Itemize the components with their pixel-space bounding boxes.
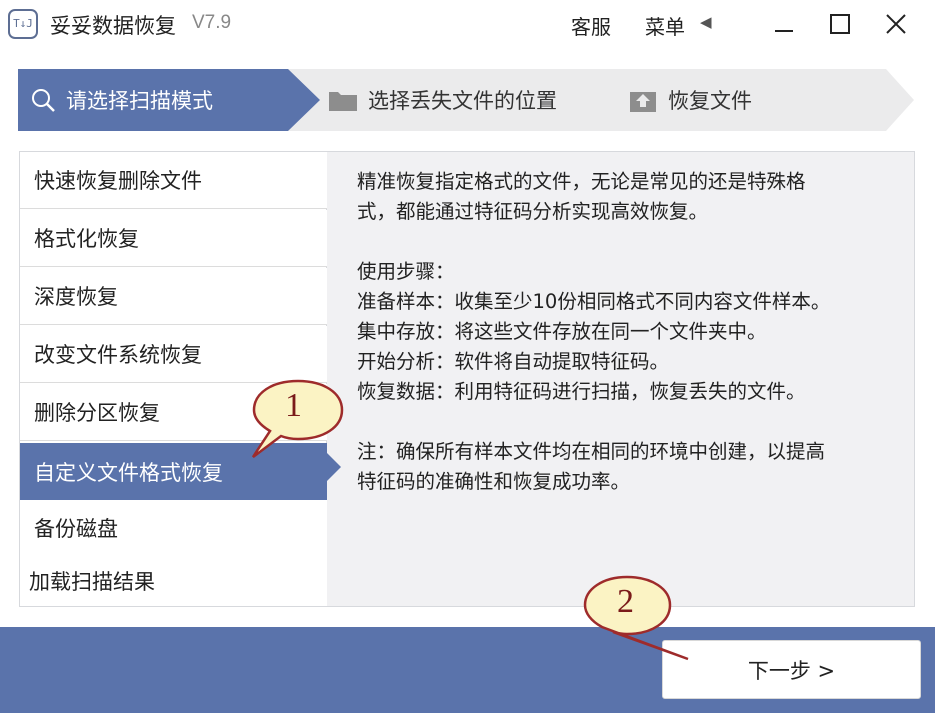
minimize-button[interactable] bbox=[764, 5, 804, 43]
app-title: 妥妥数据恢复 bbox=[50, 14, 176, 38]
callout-1: 1 bbox=[248, 377, 348, 461]
step-recover-data: 恢复数据：利用特征码进行扫描，恢复丢失的文件。 bbox=[357, 380, 806, 403]
close-icon bbox=[886, 14, 906, 34]
customer-service-button[interactable]: 客服 bbox=[571, 11, 611, 40]
title-bar: T↓J 妥妥数据恢复 V7.9 客服 菜单 ◀ bbox=[0, 0, 935, 50]
mode-quick-recover-deleted[interactable]: 快速恢复删除文件 bbox=[20, 152, 327, 209]
mode-deep-recovery[interactable]: 深度恢复 bbox=[20, 268, 327, 325]
step-label: 恢复文件 bbox=[668, 89, 752, 113]
step-label: 选择丢失文件的位置 bbox=[368, 89, 557, 113]
description-note: 注：确保所有样本文件均在相同的环境中创建，以提高 bbox=[357, 440, 826, 463]
folder-icon bbox=[328, 88, 358, 112]
mode-backup-disk[interactable]: 备份磁盘 bbox=[20, 500, 327, 557]
callout-2: 2 bbox=[582, 573, 692, 663]
step-select-scan-mode: 请选择扫描模式 bbox=[30, 69, 213, 131]
step-recover-files: 恢复文件 bbox=[628, 69, 752, 131]
callout-number: 2 bbox=[617, 583, 634, 620]
steps-heading: 使用步骤： bbox=[357, 260, 455, 283]
step-prepare-samples: 准备样本：收集至少10份相同格式不同内容文件样本。 bbox=[357, 290, 831, 313]
upload-icon bbox=[628, 86, 658, 114]
mode-description: 精准恢复指定格式的文件，无论是常见的还是特殊格 式，都能通过特征码分析实现高效恢… bbox=[357, 167, 897, 497]
minimize-icon bbox=[775, 30, 793, 32]
next-step-button[interactable]: 下一步 > bbox=[662, 640, 921, 699]
description-intro: 式，都能通过特征码分析实现高效恢复。 bbox=[357, 200, 709, 223]
close-button[interactable] bbox=[876, 5, 916, 43]
step-start-analysis: 开始分析：软件将自动提取特征码。 bbox=[357, 350, 670, 373]
mode-format-recovery[interactable]: 格式化恢复 bbox=[20, 210, 327, 267]
bottom-bar: 下一步 > bbox=[0, 627, 935, 713]
maximize-icon bbox=[830, 14, 850, 34]
mode-filesystem-change-recovery[interactable]: 改变文件系统恢复 bbox=[20, 326, 327, 383]
callout-bubble bbox=[583, 575, 689, 661]
callout-number: 1 bbox=[285, 387, 302, 424]
app-logo-icon: T↓J bbox=[8, 9, 38, 39]
search-icon bbox=[30, 87, 56, 113]
step-label: 请选择扫描模式 bbox=[66, 89, 213, 113]
maximize-button[interactable] bbox=[820, 5, 860, 43]
step-progress-bar: 请选择扫描模式 选择丢失文件的位置 恢复文件 bbox=[18, 69, 914, 131]
mode-load-scan-result[interactable]: 加载扫描结果 bbox=[20, 556, 327, 606]
step-select-location: 选择丢失文件的位置 bbox=[328, 69, 557, 131]
menu-arrow-icon[interactable]: ◀ bbox=[700, 13, 712, 31]
menu-button[interactable]: 菜单 bbox=[645, 11, 685, 40]
description-intro: 精准恢复指定格式的文件，无论是常见的还是特殊格 bbox=[357, 170, 806, 193]
app-version: V7.9 bbox=[192, 12, 232, 33]
description-note: 特征码的准确性和恢复成功率。 bbox=[357, 470, 631, 493]
content-panel: 快速恢复删除文件 格式化恢复 深度恢复 改变文件系统恢复 删除分区恢复 自定义文… bbox=[19, 151, 915, 607]
step-store-files: 集中存放：将这些文件存放在同一个文件夹中。 bbox=[357, 320, 767, 343]
